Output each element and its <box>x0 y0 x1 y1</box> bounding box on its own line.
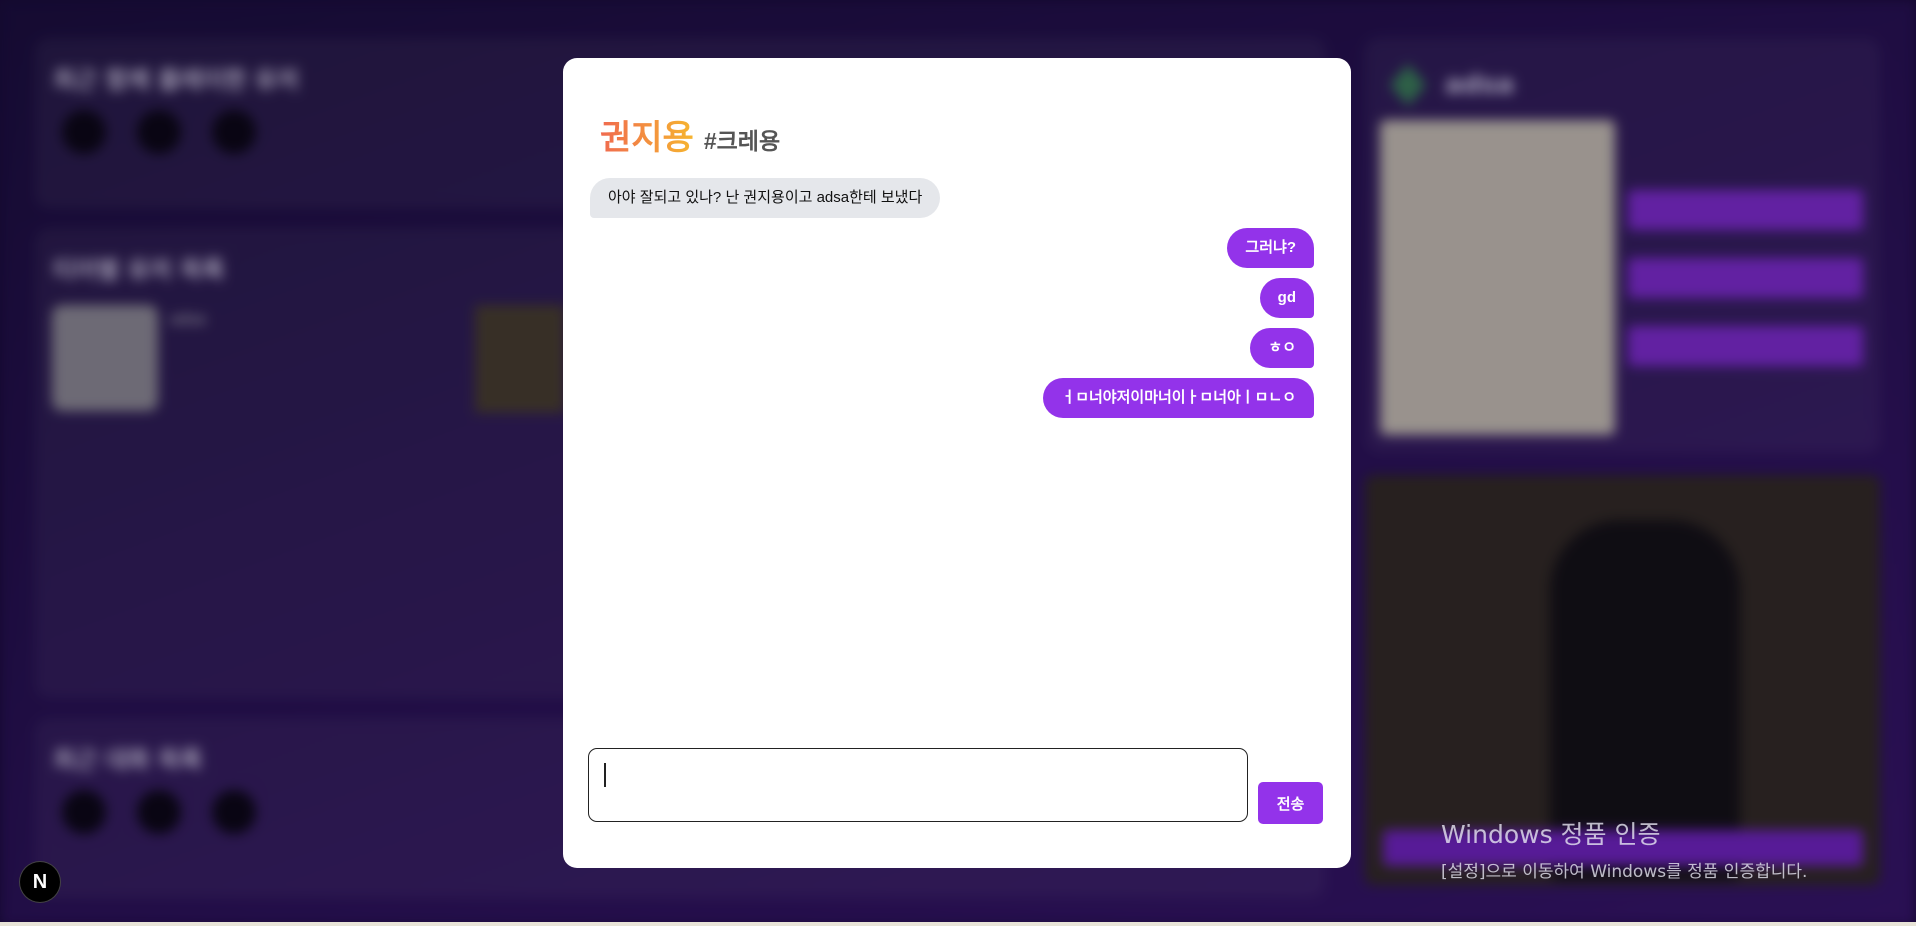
watermark-subtitle: [설정]으로 이동하여 Windows를 정품 인증합니다. <box>1441 862 1808 882</box>
nextjs-dev-badge[interactable]: N <box>20 862 60 902</box>
message-row: ㅓㅁ너야저이마너이ㅏㅁ너아ㅣㅁㄴㅇ <box>590 378 1314 418</box>
watermark-title: Windows 정품 인증 <box>1441 820 1661 849</box>
message-row: 아야 잘되고 있나? 난 권지용이고 adsa한테 보냈다 <box>590 178 1314 218</box>
bottom-strip <box>0 922 1916 926</box>
chat-modal: 권지용 #크레용 아야 잘되고 있나? 난 권지용이고 adsa한테 보냈다 그… <box>563 58 1351 868</box>
received-message: 아야 잘되고 있나? 난 권지용이고 adsa한테 보냈다 <box>590 178 941 218</box>
message-list: 아야 잘되고 있나? 난 권지용이고 adsa한테 보냈다 그러냐? gd ㅎㅇ… <box>590 178 1314 428</box>
sent-message: gd <box>1259 278 1314 318</box>
message-input[interactable] <box>588 748 1248 822</box>
chat-header: 권지용 #크레용 <box>600 110 780 159</box>
send-button[interactable]: 전송 <box>1258 782 1323 824</box>
sent-message: ㅓㅁ너야저이마너이ㅏㅁ너아ㅣㅁㄴㅇ <box>1043 378 1314 418</box>
chat-partner-name: 권지용 <box>600 110 694 159</box>
text-caret <box>604 763 606 787</box>
sent-message: 그러냐? <box>1227 228 1314 268</box>
sent-message: ㅎㅇ <box>1250 328 1314 368</box>
message-row: gd <box>590 278 1314 318</box>
message-row: ㅎㅇ <box>590 328 1314 368</box>
chat-partner-tag: #크레용 <box>703 128 781 154</box>
message-row: 그러냐? <box>590 228 1314 268</box>
windows-activation-watermark: Windows 정품 인증 [설정]으로 이동하여 Windows를 정품 인증… <box>1441 815 1807 882</box>
